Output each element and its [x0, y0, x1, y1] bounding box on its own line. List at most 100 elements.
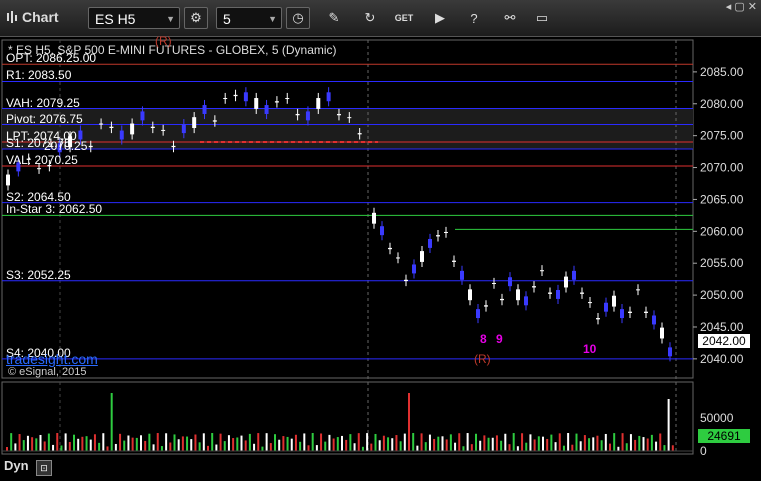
volume-bar	[315, 445, 318, 451]
volume-bar	[655, 441, 658, 451]
price-bar	[223, 98, 228, 100]
price-bar	[316, 98, 321, 109]
volume-bar	[52, 444, 55, 451]
volume-bar	[236, 437, 239, 451]
price-bar	[460, 270, 464, 280]
volume-bar	[47, 433, 50, 451]
level-label: S3: 2052.25	[6, 267, 71, 282]
y-tick-label: 2065.00	[700, 192, 744, 206]
volume-bar	[244, 440, 247, 451]
volume-bar	[437, 436, 440, 451]
refresh-icon: ↻	[364, 10, 376, 25]
price-bar	[548, 292, 552, 294]
volume-bar	[642, 437, 645, 451]
volume-bar	[629, 434, 632, 451]
volume-bar	[290, 438, 293, 451]
volume-bar	[521, 433, 524, 451]
volume-bar	[265, 433, 268, 451]
interval-input[interactable]: 5 ▼	[216, 7, 282, 29]
price-bar	[564, 276, 568, 288]
volume-bar	[671, 445, 674, 451]
price-bar	[119, 130, 124, 140]
interval-mode[interactable]: Dyn	[4, 459, 29, 472]
watermark[interactable]: tradesight.com	[6, 352, 98, 366]
volume-bar	[127, 435, 130, 451]
volume-bar	[454, 442, 457, 451]
volume-bar	[667, 399, 670, 451]
volume-bar	[617, 446, 620, 451]
volume-bar	[495, 435, 498, 451]
symbol-input[interactable]: ES H5 ▼	[88, 7, 180, 29]
volume-bar	[152, 444, 155, 451]
volume-bar	[89, 439, 92, 451]
play-button[interactable]: ▶	[428, 7, 452, 29]
price-bar	[336, 113, 341, 116]
comment-icon: ▭	[535, 10, 549, 25]
price-bar	[556, 289, 560, 299]
volume-bar	[512, 433, 515, 451]
volume-bar	[144, 440, 147, 451]
volume-bar	[282, 436, 285, 451]
chevron-down-icon[interactable]: ▼	[166, 8, 175, 30]
volume-bar	[537, 436, 540, 451]
price-bar	[668, 347, 672, 357]
price-bar	[140, 111, 145, 121]
y-tick-label: 2085.00	[700, 65, 744, 79]
r-label-bottom: (R)	[474, 352, 491, 366]
price-bar	[347, 117, 352, 119]
volume-bar	[169, 442, 172, 451]
y-tick-label: 2075.00	[700, 129, 744, 143]
price-bar	[660, 327, 664, 339]
lock-icon[interactable]: ⊡	[36, 460, 52, 476]
chart-svg: 2085.00 2080.00 2075.00 2070.00 2065.00 2060.…	[0, 37, 761, 481]
price-bar	[572, 270, 576, 280]
price-bar	[484, 305, 488, 307]
chart-area[interactable]: 2085.00 2080.00 2075.00 2070.00 2065.00 2060.…	[0, 37, 761, 481]
chart-window: Chart ES H5 ▼ ⚙ 5 ▼ ◷ ✎ ↻ GET ▶ ? ⚯ ▭ ◂ …	[0, 0, 761, 481]
volume-bar	[638, 435, 641, 451]
volume-bar	[278, 439, 281, 451]
link-button[interactable]: ⚯	[498, 7, 522, 29]
volume-bar	[583, 435, 586, 451]
comment-button[interactable]: ▭	[530, 7, 554, 29]
refresh-button[interactable]: ↻	[358, 7, 382, 29]
price-bar	[305, 111, 310, 121]
help-button[interactable]: ?	[462, 7, 486, 29]
time-button[interactable]: ◷	[286, 7, 310, 29]
clock-icon: ◷	[292, 10, 304, 25]
y-tick-label: 2040.00	[700, 352, 744, 366]
price-bar	[476, 309, 480, 319]
volume-bar	[240, 435, 243, 451]
volume-bar	[562, 445, 565, 451]
window-controls[interactable]: ◂ ▢ ✕	[726, 0, 757, 13]
price-bar	[109, 126, 114, 129]
price-bar	[428, 238, 432, 248]
volume-bar	[194, 434, 197, 451]
volume-bar	[424, 442, 427, 451]
volume-bar	[604, 433, 607, 451]
settings-button[interactable]: ⚙	[184, 7, 208, 29]
volume-bar	[56, 433, 59, 451]
chevron-down-icon[interactable]: ▼	[268, 8, 277, 30]
volume-bar	[31, 437, 34, 451]
level-label: In-Star 3: 2062.50	[6, 202, 103, 217]
level-label: VAL: 2070.25	[6, 152, 78, 167]
draw-button[interactable]: ✎	[322, 7, 346, 29]
volume-bar	[596, 435, 599, 451]
volume-bar	[504, 433, 507, 451]
volume-bar	[43, 441, 46, 451]
help-icon: ?	[470, 10, 478, 26]
volume-bar	[114, 443, 117, 451]
volume-bar	[215, 444, 218, 451]
volume-bar	[39, 434, 42, 451]
price-bar	[396, 257, 400, 259]
price-bar	[233, 94, 238, 97]
get-button[interactable]: GET	[392, 7, 416, 29]
price-bar	[468, 289, 472, 301]
volume-bar	[445, 439, 448, 451]
volume-bar	[173, 434, 176, 451]
volume-bar	[470, 444, 473, 451]
volume-bar	[395, 435, 398, 451]
volume-bar	[160, 446, 163, 451]
volume-bar	[550, 434, 553, 451]
